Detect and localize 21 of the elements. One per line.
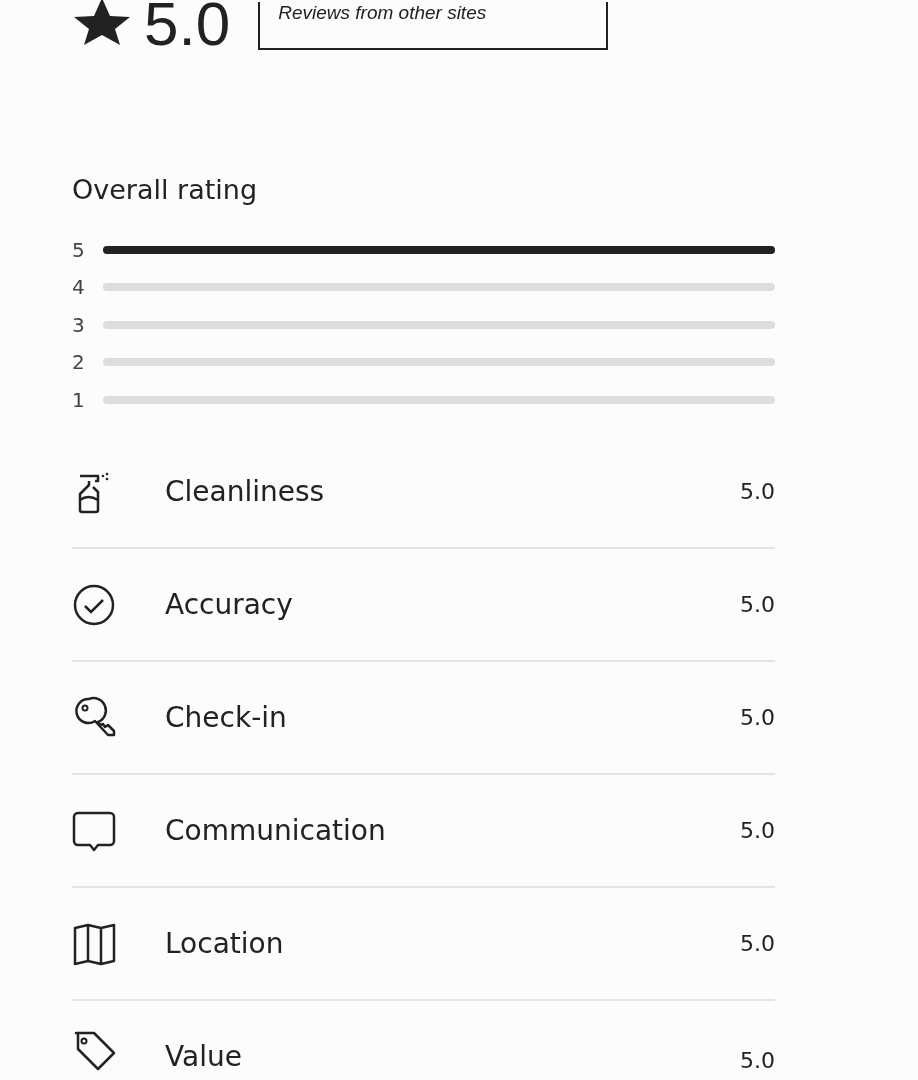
category-label: Value xyxy=(165,1039,243,1073)
category-label: Communication xyxy=(165,813,387,847)
category-label: Location xyxy=(165,926,285,960)
category-score: 5.0 xyxy=(740,591,775,617)
category-score: 5.0 xyxy=(740,817,775,843)
rating-level-label: 5 xyxy=(72,237,86,262)
category-score: 5.0 xyxy=(740,930,775,956)
star-icon xyxy=(72,0,132,46)
rating-level-label: 1 xyxy=(72,387,86,412)
category-score: 5.0 xyxy=(740,1047,775,1073)
rating-score: 5.0 xyxy=(144,0,231,50)
section-title: Overall rating xyxy=(72,173,259,207)
rating-level-label: 4 xyxy=(72,275,86,300)
category-score: 5.0 xyxy=(740,704,775,730)
category-label: Accuracy xyxy=(165,587,294,621)
rating-level-label: 2 xyxy=(72,350,86,375)
rating-level-label: 3 xyxy=(72,312,86,337)
category-score: 5.0 xyxy=(740,478,775,504)
reviews-from-other-sites-label: Reviews from other sites xyxy=(258,2,609,50)
category-label: Check-in xyxy=(165,700,288,734)
category-label: Cleanliness xyxy=(165,474,326,508)
